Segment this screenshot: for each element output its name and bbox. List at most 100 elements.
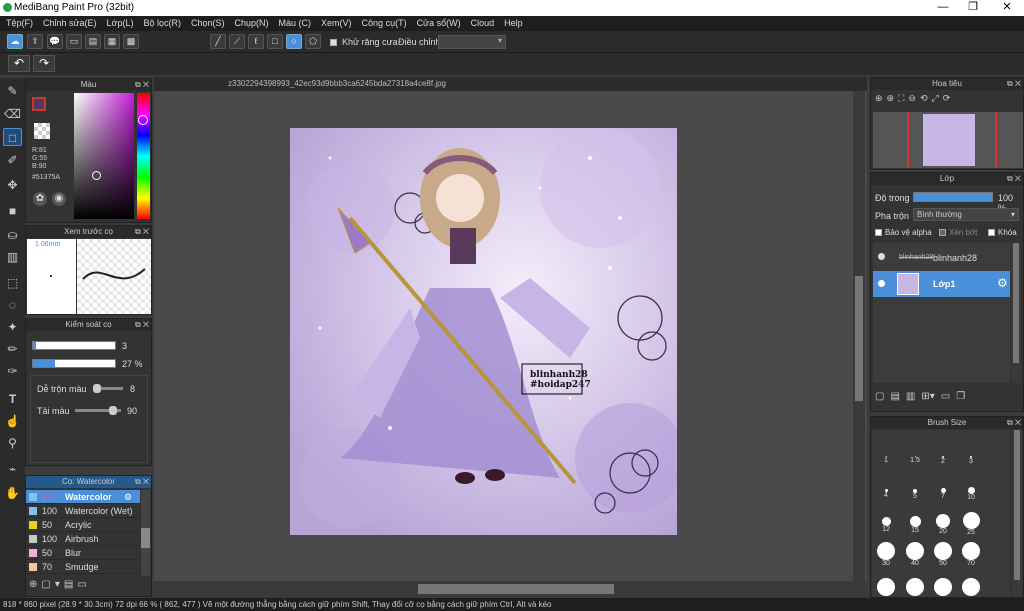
brush-opacity-slider[interactable] [32,359,116,368]
rectangle-tool-icon[interactable]: □ [267,34,283,49]
select-rect-tool-icon[interactable]: ⬚ [3,274,22,292]
menu-select[interactable]: Chọn(S) [187,16,231,31]
copy-brush-icon[interactable]: ▤ [64,579,73,595]
brush-settings-icon[interactable]: ⚙ [124,490,132,504]
size-cell-5[interactable]: 5 [901,489,929,500]
color-wheel-icon[interactable]: ◉ [52,192,66,206]
panel-close-icon[interactable]: ⧉ ✕ [1007,78,1021,90]
add-brush-icon[interactable]: ⊕ [29,579,37,595]
load-slider[interactable] [75,406,121,415]
panel-close-icon[interactable]: ⧉ ✕ [135,79,149,91]
protect-alpha-checkbox[interactable]: Bảo vệ alpha [875,228,932,237]
size-cell-2[interactable]: 2 [929,456,957,465]
transparent-color-swatch[interactable] [34,123,50,139]
actual-size-icon[interactable]: ⤢ [932,93,939,104]
foreground-color-swatch[interactable] [32,97,46,111]
brush-size-slider[interactable] [32,341,116,350]
brush-folder-icon[interactable]: ▭ [77,579,86,595]
maximize-button[interactable]: ❐ [958,0,988,16]
select-eraser-tool-icon[interactable]: ✑ [3,362,22,380]
brush-item-airbrush[interactable]: 100 Airbrush [26,532,140,546]
document-tab[interactable]: z3302294398993_42ec93d9bbb3ca6245bda2731… [228,79,446,88]
line-tool-icon[interactable]: ╱ [210,34,226,49]
eraser-tool-icon[interactable]: ⌫ [3,105,22,123]
dot-tool-icon[interactable]: ✐ [3,151,22,169]
menu-window[interactable]: Cửa sổ(W) [413,16,467,31]
adjust-dropdown[interactable]: ▾ [438,35,506,49]
gradient-tool-icon[interactable]: ▥ [3,248,22,266]
layer-list-scrollbar[interactable] [1011,243,1021,383]
shape-tool-icon[interactable]: □ [3,128,22,146]
size-cell-25[interactable]: 25 [957,512,985,536]
antialias-checkbox[interactable] [330,37,340,47]
new-layer-icon[interactable]: ▢ [875,391,884,402]
new-halftone-layer-icon[interactable]: ▤ [890,391,899,402]
size-cell-4[interactable]: 4 [872,489,900,499]
size-cell-7[interactable]: 7 [929,488,957,500]
zoom-out-icon[interactable]: ⊖ [908,93,916,104]
color-picker-handle[interactable] [92,171,101,180]
saturation-value-square[interactable] [74,93,134,219]
size-cell-3[interactable]: 3 [957,456,985,465]
duplicate-layer-icon[interactable]: ❐ [956,391,965,402]
lock-checkbox[interactable]: Khóa [988,228,1017,237]
vertical-scrollbar[interactable] [853,91,865,581]
menu-tools[interactable]: Công cụ(T) [358,16,413,31]
new-brush-icon[interactable]: ▢ [41,579,50,595]
magic-wand-tool-icon[interactable]: ✦ [3,318,22,336]
grid-icon[interactable]: ▦ [104,34,120,49]
undo-icon[interactable]: ↶ [8,55,30,72]
fit-icon[interactable]: ⛶ [898,93,904,104]
layer-row-text[interactable]: blinhanh28 blinhanh28 [873,245,1010,271]
add-layer-menu-icon[interactable]: ⊞▾ [921,391,934,402]
navigator-preview[interactable] [873,112,1023,168]
layer-row-layer1[interactable]: Lớp1 ⚙ [873,271,1010,297]
rotate-right-icon[interactable]: ⟳ [943,93,951,104]
polygon-tool-icon[interactable]: ⬠ [305,34,321,49]
move-tool-icon[interactable]: ✥ [3,176,22,194]
hue-slider[interactable] [137,93,150,219]
size-cell-70[interactable]: 70 [957,542,985,567]
brush-tool-icon[interactable]: ✎ [3,82,22,100]
fill-rect-tool-icon[interactable]: ■ [3,202,22,220]
menu-help[interactable]: Help [500,16,529,31]
clipping-checkbox[interactable]: Xén bớt [939,228,977,237]
brush-item-acrylic[interactable]: 50 Acrylic [26,518,140,532]
export-icon[interactable]: ⇪ [27,34,43,49]
lasso-tool-icon[interactable]: ◌ [3,296,22,314]
size-cell-12[interactable]: 12 [872,517,900,533]
menu-layer[interactable]: Lớp(L) [103,16,140,31]
size-cell-1[interactable]: 1 [872,456,900,464]
divide-tool-icon[interactable]: ⌁ [3,460,22,478]
size-cell-15[interactable]: 15 [901,516,929,534]
size-cell-row5-2[interactable] [901,578,929,596]
panel-close-icon[interactable]: ⧉ ✕ [1007,173,1021,185]
brush-item-smudge[interactable]: 70 Smudge [26,560,140,574]
polyline-tool-icon[interactable]: ⟋ [229,34,245,49]
panel-close-icon[interactable]: ⧉ ✕ [135,226,149,238]
brush-item-blur[interactable]: 50 Blur [26,546,140,560]
blend-mode-dropdown[interactable]: Bình thường ▾ [913,208,1019,221]
zoom-in-icon[interactable]: ⊕ [875,93,883,104]
layer-folder-icon[interactable]: ▭ [941,391,950,402]
menu-filter[interactable]: Bộ lọc(R) [139,16,187,31]
hue-handle[interactable] [138,115,148,125]
panel-close-icon[interactable]: ⧉ ✕ [135,319,149,331]
horizontal-scrollbar[interactable] [154,581,867,598]
panel-close-icon[interactable]: ⧉ ✕ [1007,417,1021,429]
menu-cloud[interactable]: Cloud [467,16,501,31]
menu-snap[interactable]: Chụp(N) [231,16,275,31]
page-icon[interactable]: ▤ [85,34,101,49]
close-button[interactable]: ✕ [992,0,1022,16]
size-cell-row5-3[interactable] [929,578,957,596]
rotate-left-icon[interactable]: ⟲ [920,93,928,104]
curve-tool-icon[interactable]: ℓ [248,34,264,49]
panel-close-icon[interactable]: ⧉ ✕ [135,476,149,488]
layer-opacity-slider[interactable] [913,192,993,202]
ellipse-tool-icon[interactable]: ○ [286,34,302,49]
size-cell-row5-4[interactable] [957,578,985,596]
size-cell-row5-1[interactable] [872,578,900,596]
size-cell-50[interactable]: 50 [929,542,957,567]
bucket-tool-icon[interactable]: ⛀ [3,226,22,244]
menu-view[interactable]: Xem(V) [317,16,358,31]
